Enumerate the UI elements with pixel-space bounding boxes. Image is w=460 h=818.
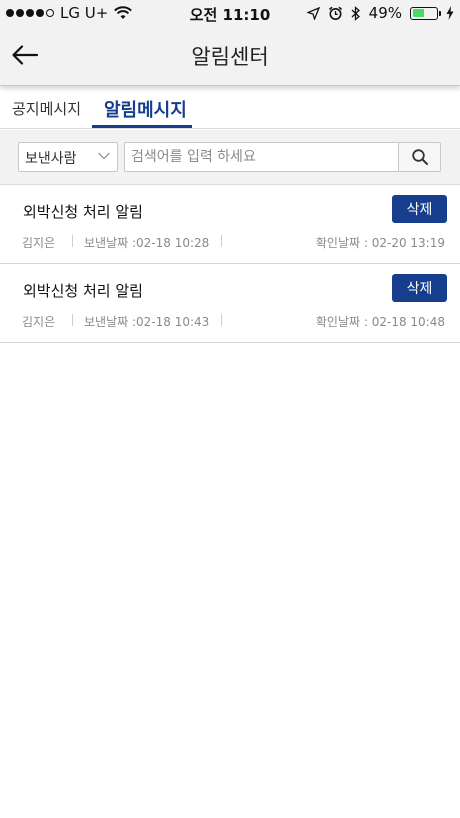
divider [72, 314, 73, 326]
message-sender: 김지은 [22, 315, 56, 329]
message-title: 외박신청 처리 알림 [23, 203, 143, 221]
page-title: 알림센터 [191, 45, 269, 69]
delete-button[interactable]: 삭제 [392, 195, 447, 223]
battery-level [412, 9, 424, 17]
search-button[interactable] [398, 142, 441, 172]
message-item[interactable]: 외박신청 처리 알림 삭제 김지은 보낸날짜 :02-18 10:28 확인날짜… [0, 185, 460, 264]
confirmed-date: 확인날짜 : 02-18 10:48 [315, 315, 445, 329]
battery-percent: 49% [368, 4, 402, 22]
tab-alert-messages[interactable]: 알림메시지 [104, 96, 187, 122]
bluetooth-icon [351, 5, 360, 21]
charging-bolt-icon [446, 6, 454, 20]
message-item[interactable]: 외박신청 처리 알림 삭제 김지은 보낸날짜 :02-18 10:43 확인날짜… [0, 264, 460, 343]
status-bar: LG U+ 오전 11:10 49% [0, 0, 460, 26]
location-arrow-icon [306, 6, 320, 20]
sent-date: 보낸날짜 :02-18 10:28 [84, 236, 210, 250]
select-value: 보낸사람 [25, 151, 77, 167]
search-field-select[interactable]: 보낸사람 [18, 142, 118, 172]
back-button[interactable] [10, 40, 40, 70]
message-list: 외박신청 처리 알림 삭제 김지은 보낸날짜 :02-18 10:28 확인날짜… [0, 185, 460, 343]
search-input[interactable] [124, 142, 400, 172]
battery-icon [410, 6, 441, 20]
active-tab-indicator [92, 125, 192, 128]
message-sender: 김지은 [22, 236, 56, 250]
message-title: 외박신청 처리 알림 [23, 282, 143, 300]
divider [72, 235, 73, 247]
tab-notice-messages[interactable]: 공지메시지 [12, 98, 81, 119]
confirmed-date: 확인날짜 : 02-20 13:19 [315, 236, 445, 250]
arrow-left-icon [12, 45, 39, 65]
divider [221, 235, 222, 247]
tab-bar: 공지메시지 알림메시지 [0, 88, 460, 129]
divider [221, 314, 222, 326]
alarm-clock-icon [328, 6, 342, 20]
delete-button[interactable]: 삭제 [392, 274, 447, 302]
app-header: 알림센터 [0, 26, 460, 86]
search-bar: 보낸사람 [0, 130, 460, 185]
search-icon [411, 149, 428, 165]
status-right: 49% [306, 4, 454, 22]
chevron-down-icon [98, 152, 110, 160]
sent-date: 보낸날짜 :02-18 10:43 [84, 315, 210, 329]
